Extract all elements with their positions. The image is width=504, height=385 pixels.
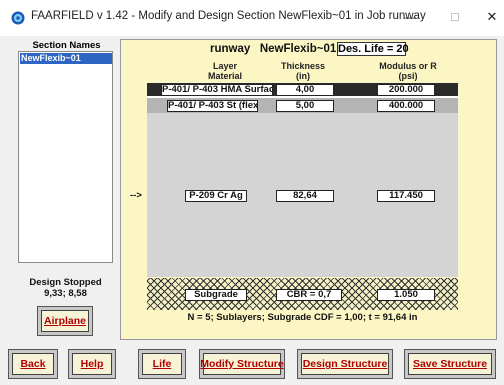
modulus-header: Modulus or R (psi): [379, 61, 437, 81]
layer-2-material[interactable]: P-401/ P-403 St (flex): [167, 100, 258, 112]
modify-structure-button[interactable]: Modify Structure: [199, 349, 285, 379]
panel-title: runway NewFlexib~01: [210, 43, 336, 55]
layer-2-thickness[interactable]: 5,00: [276, 100, 334, 112]
current-layer-arrow: -->: [130, 190, 142, 201]
help-button[interactable]: Help: [68, 349, 116, 379]
maximize-icon: ☐: [450, 11, 460, 24]
layer-3-modulus[interactable]: 117.450: [377, 190, 435, 202]
layer-1-modulus[interactable]: 200.000: [377, 84, 435, 96]
design-structure-button-label: Design Structure: [302, 358, 388, 370]
window-title: FAARFIELD v 1.42 - Modify and Design Sec…: [31, 10, 426, 22]
airplane-button-label: Airplane: [43, 315, 86, 327]
help-button-label: Help: [80, 358, 104, 370]
subgrade-cbr[interactable]: CBR = 0,7: [276, 289, 342, 301]
back-button[interactable]: Back: [8, 349, 58, 379]
airplane-button[interactable]: Airplane: [37, 306, 93, 336]
faarfield-app-icon: [11, 11, 25, 25]
minimize-button[interactable]: —: [392, 6, 428, 28]
subgrade-modulus[interactable]: 1.050: [377, 289, 435, 301]
life-button[interactable]: Life: [138, 349, 186, 379]
maximize-button[interactable]: ☐: [437, 6, 473, 28]
design-life-field[interactable]: Des. Life = 20: [337, 42, 409, 56]
layer-2-modulus[interactable]: 400.000: [377, 100, 435, 112]
faarfield-window: FAARFIELD v 1.42 - Modify and Design Sec…: [0, 0, 504, 385]
modify-structure-button-label: Modify Structure: [200, 358, 284, 370]
minimize-icon: —: [404, 10, 416, 24]
section-name: NewFlexib~01: [259, 43, 337, 55]
close-icon: ✕: [486, 9, 498, 24]
design-status-values: 9,33; 8,58: [44, 288, 87, 299]
design-status-label: Design Stopped: [29, 277, 102, 288]
design-structure-button[interactable]: Design Structure: [297, 349, 393, 379]
structure-summary: N = 5; Sublayers; Subgrade CDF = 1,00; t…: [187, 312, 418, 323]
save-structure-button[interactable]: Save Structure: [404, 349, 496, 379]
subgrade-material[interactable]: Subgrade: [185, 289, 247, 301]
job-name: runway: [210, 43, 251, 55]
save-structure-button-label: Save Structure: [412, 358, 488, 370]
title-bar: FAARFIELD v 1.42 - Modify and Design Sec…: [0, 0, 504, 36]
thickness-header: Thickness (in): [280, 61, 326, 81]
layer-3-thickness[interactable]: 82,64: [276, 190, 334, 202]
life-button-label: Life: [152, 358, 172, 370]
back-button-label: Back: [20, 358, 46, 370]
layer-3-material[interactable]: P-209 Cr Ag: [185, 190, 247, 202]
section-item-newflexib-01[interactable]: NewFlexib~01: [20, 53, 112, 64]
layer-1-thickness[interactable]: 4,00: [276, 84, 334, 96]
section-names-list[interactable]: NewFlexib~01: [18, 51, 113, 263]
close-button[interactable]: ✕: [474, 6, 504, 28]
layer-material-header: Layer Material: [207, 61, 242, 81]
layer-1-material[interactable]: P-401/ P-403 HMA Surface: [161, 84, 273, 96]
